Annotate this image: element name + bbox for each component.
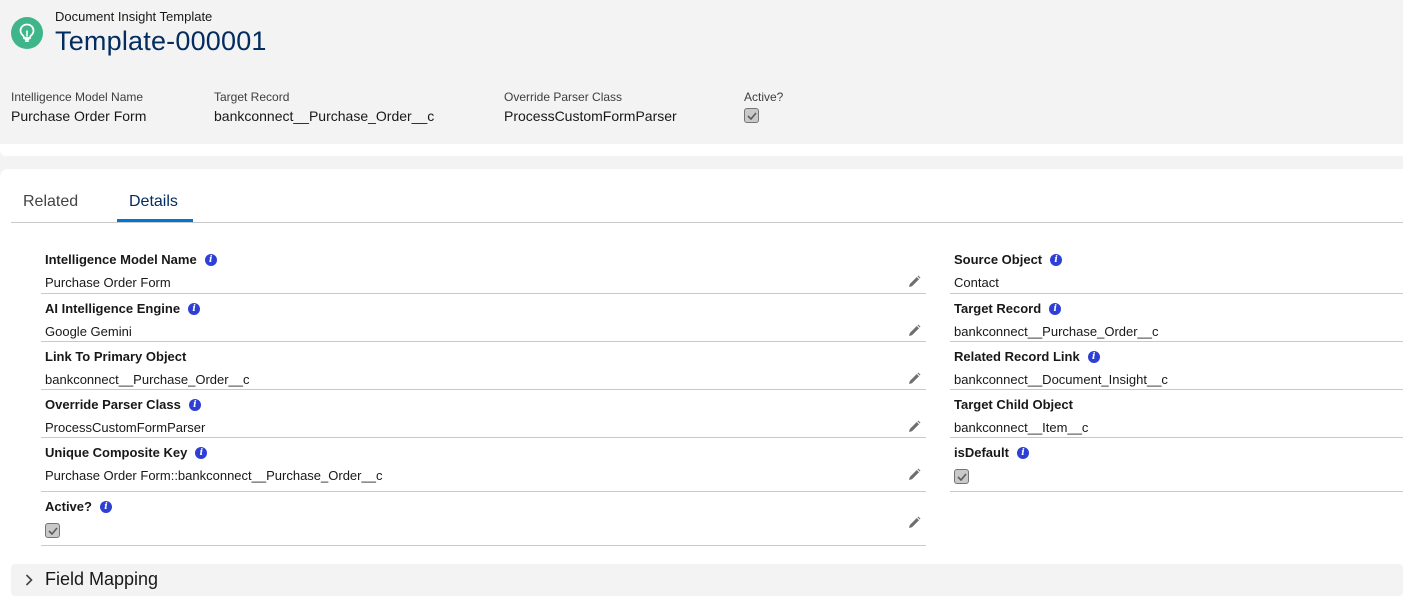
field-label: Related Record Link i <box>954 349 1100 364</box>
check-icon <box>47 526 58 535</box>
page-title: Template-000001 <box>55 26 267 56</box>
field-label: Active? i <box>45 499 112 514</box>
info-icon[interactable]: i <box>195 446 208 459</box>
highlight-active: Active? <box>744 90 783 123</box>
field-override-parser-class: Override Parser Class i ProcessCustomForm… <box>41 390 926 438</box>
check-icon <box>746 111 757 120</box>
field-intelligence-model-name: Intelligence Model Name i Purchase Order … <box>41 245 926 294</box>
lightbulb-icon <box>11 17 43 49</box>
field-label: isDefault i <box>954 445 1029 460</box>
highlight-parser-class: Override Parser Class ProcessCustomFormP… <box>504 90 677 124</box>
field-related-record-link: Related Record Link i bankconnect__Docume… <box>950 342 1403 390</box>
details-right-column: Source Object i Contact Target Record i ba… <box>950 245 1403 492</box>
pencil-icon[interactable] <box>906 419 922 435</box>
info-icon[interactable]: i <box>204 253 217 266</box>
tab-details[interactable]: Details <box>129 193 178 211</box>
active-checkbox <box>45 523 60 538</box>
highlight-label: Target Record <box>214 90 290 104</box>
field-label: AI Intelligence Engine i <box>45 301 201 316</box>
info-icon[interactable]: i <box>1050 253 1063 266</box>
field-target-child-object: Target Child Object bankconnect__Item__c <box>950 390 1403 438</box>
object-type-label: Document Insight Template <box>55 9 213 24</box>
highlight-value: Purchase Order Form <box>11 108 147 124</box>
field-value: bankconnect__Purchase_Order__c <box>954 324 1159 339</box>
tab-bar: Related Details <box>11 183 1403 223</box>
section-title: Field Mapping <box>45 569 159 589</box>
field-label: Override Parser Class i <box>45 397 201 412</box>
field-active: Active? i <box>41 492 926 546</box>
field-is-default: isDefault i <box>950 438 1403 492</box>
field-value: Purchase Order Form::bankconnect__Purcha… <box>45 468 383 483</box>
field-value: Google Gemini <box>45 324 132 339</box>
pencil-icon[interactable] <box>906 515 922 531</box>
info-icon[interactable]: i <box>188 398 201 411</box>
pencil-icon[interactable] <box>906 323 922 339</box>
details-left-column: Intelligence Model Name i Purchase Order … <box>41 245 926 546</box>
details-card: Related Details Intelligence Model Name i… <box>0 169 1403 615</box>
field-label: Target Record i <box>954 301 1062 316</box>
pencil-icon[interactable] <box>906 371 922 387</box>
field-label: Source Object i <box>954 252 1063 267</box>
field-label: Link To Primary Object <box>45 349 187 364</box>
field-value: bankconnect__Item__c <box>954 420 1089 435</box>
is-default-checkbox <box>954 469 969 484</box>
highlight-label: Active? <box>744 90 784 104</box>
check-icon <box>956 472 967 481</box>
field-label: Target Child Object <box>954 397 1073 412</box>
info-icon[interactable]: i <box>1049 302 1062 315</box>
field-value: Contact <box>954 275 999 290</box>
highlight-label: Override Parser Class <box>504 90 623 104</box>
field-link-to-primary-object: Link To Primary Object bankconnect__Purc… <box>41 342 926 390</box>
field-ai-engine: AI Intelligence Engine i Google Gemini <box>41 294 926 342</box>
pencil-icon[interactable] <box>906 274 922 290</box>
tab-related[interactable]: Related <box>23 193 78 211</box>
info-icon[interactable]: i <box>99 500 112 513</box>
field-value: bankconnect__Purchase_Order__c <box>45 372 250 387</box>
active-tab-indicator <box>117 219 193 222</box>
field-value: Purchase Order Form <box>45 275 171 290</box>
chevron-right-icon <box>25 574 33 586</box>
field-label: Unique Composite Key i <box>45 445 208 460</box>
highlight-target-record: Target Record bankconnect__Purchase_Orde… <box>214 90 434 124</box>
field-unique-composite-key: Unique Composite Key i Purchase Order For… <box>41 438 926 492</box>
section-field-mapping[interactable]: Field Mapping <box>11 564 1403 596</box>
highlight-value: bankconnect__Purchase_Order__c <box>214 108 435 124</box>
field-value: ProcessCustomFormParser <box>45 420 206 435</box>
field-target-record: Target Record i bankconnect__Purchase_Ord… <box>950 294 1403 342</box>
active-checkbox <box>744 108 759 123</box>
record-header: Document Insight Template Template-00000… <box>0 0 1403 156</box>
highlight-model-name: Intelligence Model Name Purchase Order F… <box>11 90 146 124</box>
field-label: Intelligence Model Name i <box>45 252 217 267</box>
pencil-icon[interactable] <box>906 467 922 483</box>
info-icon[interactable]: i <box>188 302 201 315</box>
header-divider <box>0 144 1403 156</box>
info-icon[interactable]: i <box>1016 446 1029 459</box>
field-value: bankconnect__Document_Insight__c <box>954 372 1168 387</box>
info-icon[interactable]: i <box>1087 350 1100 363</box>
field-source-object: Source Object i Contact <box>950 245 1403 294</box>
panel-gap <box>0 156 1403 169</box>
highlight-value: ProcessCustomFormParser <box>504 108 677 124</box>
highlight-label: Intelligence Model Name <box>11 90 144 104</box>
